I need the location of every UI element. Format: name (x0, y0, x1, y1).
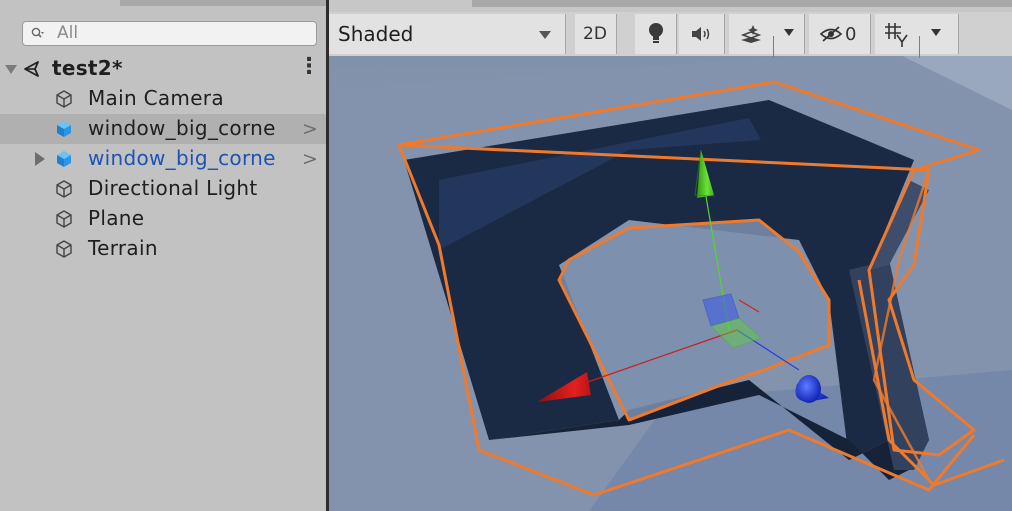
effects-dropdown[interactable] (729, 14, 805, 58)
scene-toolbar: Shaded 2D 0 (329, 0, 1012, 58)
hierarchy-item-label: Plane (88, 206, 145, 230)
toolbar-separator (919, 36, 920, 58)
hierarchy-item-label: Terrain (88, 236, 158, 260)
hierarchy-tab-strip (120, 0, 326, 6)
dropdown-arrow-icon (931, 29, 941, 36)
gameobject-icon (56, 210, 72, 228)
hierarchy-item-label: window_big_corne (88, 146, 276, 170)
tab-accent (472, 0, 1012, 7)
scene-tab-strip (329, 0, 1012, 12)
search-placeholder: All (57, 23, 79, 43)
toggle-2d-label: 2D (583, 24, 607, 44)
collapse-arrow-icon[interactable] (5, 65, 17, 74)
hierarchy-item-label: window_big_corne (88, 116, 276, 140)
unity-scene-icon (24, 61, 39, 77)
expand-arrow-icon[interactable] (35, 152, 45, 166)
grid-gizmos-icon (885, 23, 908, 47)
chevron-right-icon[interactable]: > (302, 148, 318, 170)
gameobject-icon (56, 90, 72, 108)
hierarchy-item-main-camera[interactable]: Main Camera (0, 84, 326, 114)
scene-view: Shaded 2D 0 (329, 0, 1012, 511)
audio-toggle-button[interactable] (679, 14, 725, 54)
hidden-eye-icon (819, 26, 843, 42)
gameobject-icon (56, 240, 72, 258)
dropdown-arrow-icon (539, 31, 551, 39)
shading-mode-dropdown[interactable]: Shaded (329, 14, 566, 54)
hierarchy-item-label: Directional Light (88, 176, 258, 200)
scene-row[interactable]: test2* ⋮ (0, 54, 326, 84)
hierarchy-item-terrain[interactable]: Terrain (0, 234, 326, 264)
hidden-count: 0 (845, 24, 857, 45)
hierarchy-panel: All test2* ⋮ Main Camera window_big_corn… (0, 0, 326, 511)
lightbulb-icon (649, 23, 663, 43)
hierarchy-item-window-big-corner-1[interactable]: window_big_corne > (0, 114, 326, 144)
effects-icon (740, 25, 762, 43)
prefab-icon (57, 121, 71, 137)
prefab-icon (57, 151, 71, 167)
gizmos-dropdown[interactable] (875, 14, 959, 58)
dropdown-arrow-icon (784, 29, 794, 36)
chevron-right-icon[interactable]: > (302, 118, 318, 140)
hierarchy-item-label: Main Camera (88, 86, 224, 110)
speaker-icon (692, 27, 710, 41)
search-icon (31, 27, 44, 38)
lighting-toggle-button[interactable] (635, 14, 677, 54)
shading-mode-label: Shaded (338, 22, 414, 46)
scene-name: test2* (52, 56, 123, 80)
scene-menu-icon[interactable]: ⋮ (298, 54, 320, 79)
toolbar-separator (773, 36, 774, 58)
scene-viewport[interactable] (329, 0, 1012, 511)
hierarchy-item-plane[interactable]: Plane (0, 204, 326, 234)
hierarchy-item-window-big-corner-2[interactable]: window_big_corne > (0, 144, 326, 174)
hierarchy-item-directional-light[interactable]: Directional Light (0, 174, 326, 204)
gameobject-icon (56, 180, 72, 198)
hierarchy-search-input[interactable]: All (22, 21, 317, 46)
toggle-2d-button[interactable]: 2D (575, 14, 617, 54)
scene-visibility-button[interactable]: 0 (809, 14, 871, 54)
